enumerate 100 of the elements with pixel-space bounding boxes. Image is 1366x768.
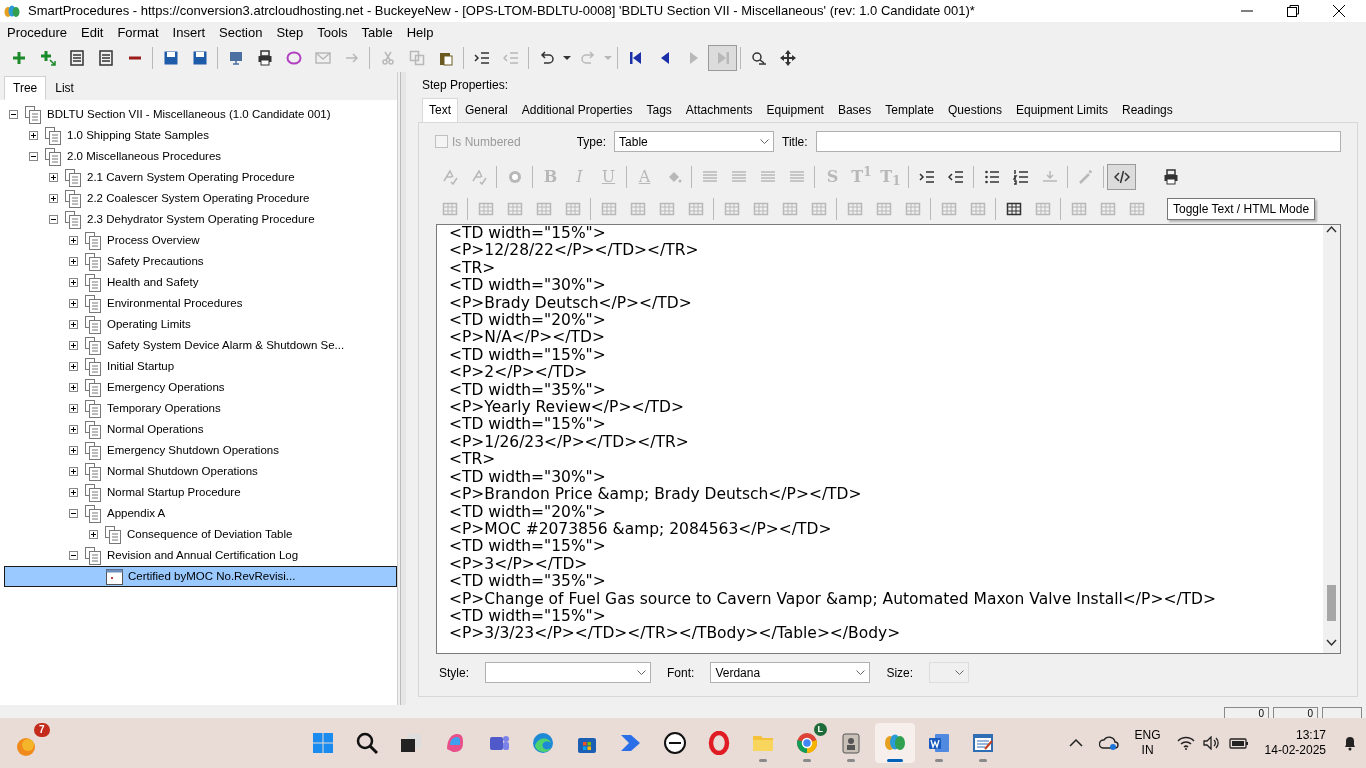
tree-row[interactable]: 2.1 Cavern System Operating Procedure bbox=[4, 167, 397, 188]
search-icon[interactable] bbox=[355, 731, 379, 755]
tree-row[interactable]: Safety System Device Alarm & Shutdown Se... bbox=[4, 335, 397, 356]
tree-row[interactable]: Revision and Annual Certification Log bbox=[4, 545, 397, 566]
printer-icon[interactable] bbox=[1162, 169, 1179, 185]
property-tab[interactable]: General bbox=[458, 98, 515, 122]
indent-icon[interactable] bbox=[918, 169, 935, 185]
region-indicator[interactable]: IN bbox=[1141, 743, 1154, 758]
clock-date[interactable]: 14-02-2025 bbox=[1264, 743, 1326, 758]
menu-item[interactable]: Procedure bbox=[0, 23, 74, 43]
tree-row[interactable]: Operating Limits bbox=[4, 314, 397, 335]
expand-icon[interactable] bbox=[69, 467, 78, 476]
tree-row[interactable]: Emergency Operations bbox=[4, 377, 397, 398]
type-dropdown[interactable]: Table bbox=[614, 131, 775, 152]
bullet-list-icon[interactable] bbox=[983, 169, 1000, 185]
plus-icon[interactable] bbox=[10, 50, 27, 66]
expand-icon[interactable] bbox=[69, 320, 78, 329]
browser-icon[interactable] bbox=[531, 731, 555, 755]
scrollbar-thumb[interactable] bbox=[1327, 585, 1336, 621]
ring-icon[interactable] bbox=[285, 50, 302, 66]
tree-row[interactable]: 2.2 Coalescer System Operating Procedure bbox=[4, 188, 397, 209]
property-tab[interactable]: Readings bbox=[1115, 98, 1180, 122]
property-tab[interactable]: Questions bbox=[940, 98, 1009, 122]
first-icon[interactable] bbox=[627, 50, 644, 66]
volume-icon[interactable] bbox=[1202, 736, 1221, 750]
tree-row[interactable]: Process Overview bbox=[4, 230, 397, 251]
document-app-icon[interactable] bbox=[927, 731, 951, 755]
menu-item[interactable]: Format bbox=[110, 23, 166, 43]
numbered-list-icon[interactable] bbox=[1012, 169, 1029, 185]
ring-logo-icon[interactable] bbox=[707, 731, 731, 755]
monitor-icon[interactable] bbox=[227, 50, 244, 66]
collapse-icon[interactable] bbox=[49, 215, 58, 224]
wifi-icon[interactable] bbox=[1176, 736, 1195, 750]
expand-icon[interactable] bbox=[69, 488, 78, 497]
expand-icon[interactable] bbox=[69, 404, 78, 413]
menu-item[interactable]: Section bbox=[212, 23, 270, 43]
battery-icon[interactable] bbox=[1228, 736, 1249, 750]
table-icon[interactable] bbox=[1005, 201, 1022, 217]
menu-item[interactable]: Insert bbox=[165, 23, 213, 43]
expand-icon[interactable] bbox=[49, 194, 58, 203]
circle-logo-icon[interactable] bbox=[663, 731, 687, 755]
scroll-up-icon[interactable] bbox=[1326, 225, 1337, 233]
expand-icon[interactable] bbox=[69, 341, 78, 350]
tree-row[interactable]: 2.3 Dehydrator System Operating Procedure bbox=[4, 209, 397, 230]
task-view-icon[interactable] bbox=[399, 731, 423, 755]
browser-icon[interactable] bbox=[795, 731, 819, 755]
language-indicator[interactable]: ENG bbox=[1134, 728, 1161, 743]
code-icon[interactable] bbox=[1113, 169, 1130, 185]
property-tab[interactable]: Equipment Limits bbox=[1009, 98, 1116, 122]
tree-row[interactable]: Normal Startup Procedure bbox=[4, 482, 397, 503]
menu-item[interactable]: Tools bbox=[310, 23, 355, 43]
property-tab[interactable]: Attachments bbox=[678, 98, 760, 122]
expand-icon[interactable] bbox=[29, 131, 38, 140]
expand-icon[interactable] bbox=[69, 299, 78, 308]
code-toggle[interactable] bbox=[1107, 164, 1136, 190]
property-tab[interactable]: Tags bbox=[639, 98, 679, 122]
menu-item[interactable]: Edit bbox=[74, 23, 111, 43]
property-tab[interactable]: Equipment bbox=[759, 98, 831, 122]
outdent-icon[interactable] bbox=[947, 169, 964, 185]
tree-row[interactable]: Initial Startup bbox=[4, 356, 397, 377]
bell-icon[interactable] bbox=[1342, 735, 1358, 751]
expand-icon[interactable] bbox=[69, 236, 78, 245]
expand-icon[interactable] bbox=[69, 278, 78, 287]
scrollbar[interactable] bbox=[1323, 225, 1340, 653]
tree-row[interactable]: Health and Safety bbox=[4, 272, 397, 293]
menu-item[interactable]: Step bbox=[269, 23, 311, 43]
tree-row[interactable]: Safety Precautions bbox=[4, 251, 397, 272]
expand-icon[interactable] bbox=[69, 446, 78, 455]
tree-row[interactable]: Environmental Procedures bbox=[4, 293, 397, 314]
collapse-icon[interactable] bbox=[9, 110, 18, 119]
printer-icon[interactable] bbox=[256, 50, 273, 66]
editor-app-icon[interactable] bbox=[971, 731, 995, 755]
tree-row[interactable]: BDLTU Section VII - Miscellaneous (1.0 Candidate 001) bbox=[4, 104, 397, 125]
expand-icon[interactable] bbox=[69, 362, 78, 371]
plus-arrow-icon[interactable] bbox=[39, 50, 56, 66]
scroll-down-icon[interactable] bbox=[1326, 639, 1337, 647]
tree-row[interactable]: Normal Shutdown Operations bbox=[4, 461, 397, 482]
tree-row[interactable]: Temporary Operations bbox=[4, 398, 397, 419]
save-icon[interactable] bbox=[162, 50, 179, 66]
collapse-icon[interactable] bbox=[29, 152, 38, 161]
collapse-icon[interactable] bbox=[69, 551, 78, 560]
menu-item[interactable]: Table bbox=[354, 23, 400, 43]
restore-icon[interactable] bbox=[1285, 3, 1301, 19]
tree-row[interactable]: Emergency Shutdown Operations bbox=[4, 440, 397, 461]
chevron-up-icon[interactable] bbox=[1068, 738, 1083, 748]
tree-row[interactable]: Certified byMOC No.RevRevisi... bbox=[4, 566, 397, 587]
indent-icon[interactable] bbox=[473, 50, 490, 66]
move-icon[interactable] bbox=[779, 50, 796, 66]
tree-row[interactable]: 2.0 Miscellaneous Procedures bbox=[4, 146, 397, 167]
clock-time[interactable]: 13:17 bbox=[1295, 728, 1326, 743]
close-icon[interactable] bbox=[1331, 3, 1347, 19]
tree-row[interactable]: 1.0 Shipping State Samples bbox=[4, 125, 397, 146]
tree-row[interactable]: Consequence of Deviation Table bbox=[4, 524, 397, 545]
expand-icon[interactable] bbox=[89, 530, 98, 539]
taskbar-button[interactable]: L bbox=[787, 723, 827, 763]
property-tab[interactable]: Bases bbox=[830, 98, 879, 122]
start-icon[interactable] bbox=[311, 731, 335, 755]
tree-tab[interactable]: Tree bbox=[4, 76, 47, 100]
expand-icon[interactable] bbox=[49, 173, 58, 182]
tree-row[interactable]: Appendix A bbox=[4, 503, 397, 524]
